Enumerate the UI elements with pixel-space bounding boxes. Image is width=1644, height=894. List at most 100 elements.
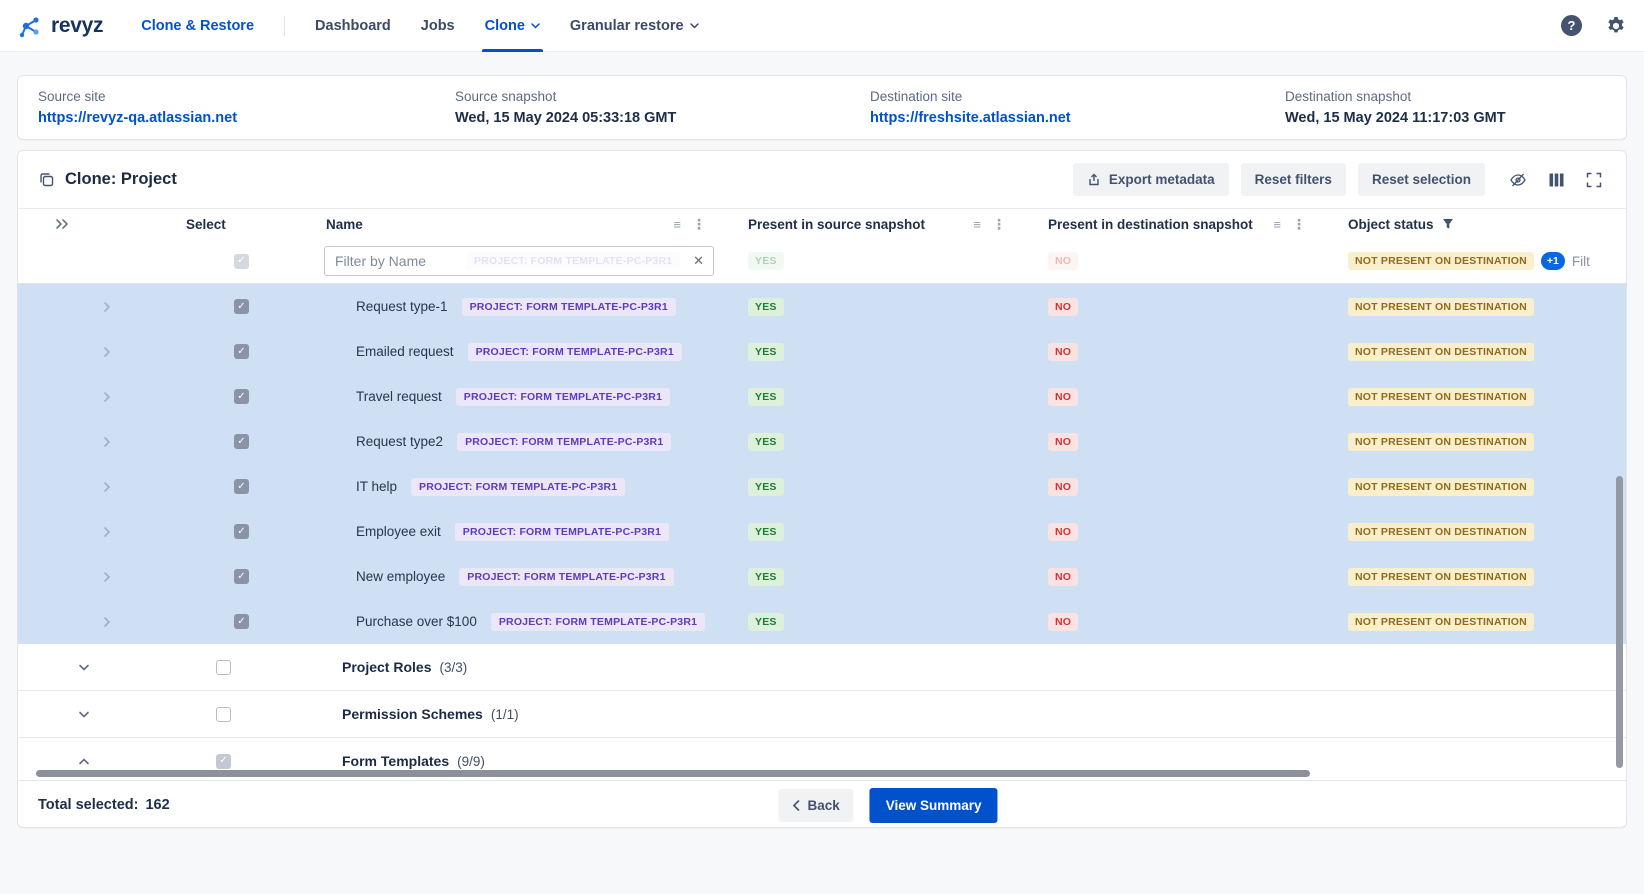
expand-row-icon[interactable] (102, 391, 112, 403)
group-row[interactable]: Permission Schemes(1/1) (18, 691, 1626, 738)
table-row[interactable]: ✓Purchase over $100PROJECT: FORM TEMPLAT… (18, 599, 1626, 644)
selected-rows-block: ✓Request type-1PROJECT: FORM TEMPLATE-PC… (18, 284, 1626, 644)
filter-controls: ✕ NOT PRESENT ON DESTINATION +1 Filt (18, 239, 1626, 283)
destination-presence-badge: NO (1048, 343, 1078, 361)
name-filter-input[interactable] (324, 246, 714, 276)
export-metadata-label: Export metadata (1109, 172, 1215, 187)
nav-granular-restore[interactable]: Granular restore (570, 0, 699, 52)
row-name: IT help (356, 479, 397, 494)
source-snapshot-label: Source snapshot (455, 89, 870, 104)
table-row[interactable]: ✓Travel requestPROJECT: FORM TEMPLATE-PC… (18, 374, 1626, 419)
group-row[interactable]: Project Roles(3/3) (18, 644, 1626, 691)
column-header-select[interactable]: Select (158, 209, 318, 239)
hide-filters-icon[interactable] (1509, 172, 1527, 188)
source-presence-badge: YES (748, 523, 784, 541)
table-row[interactable]: ✓Request type-1PROJECT: FORM TEMPLATE-PC… (18, 284, 1626, 329)
group-count: (3/3) (439, 660, 467, 675)
brand[interactable]: revyz (18, 13, 103, 39)
expand-group-icon[interactable] (78, 710, 90, 719)
table-tools (1509, 172, 1602, 188)
expand-group-icon[interactable] (78, 663, 90, 672)
table-row[interactable]: ✓Emailed requestPROJECT: FORM TEMPLATE-P… (18, 329, 1626, 374)
total-selected-value: 162 (145, 797, 169, 813)
table-row[interactable]: ✓IT helpPROJECT: FORM TEMPLATE-PC-P3R1YE… (18, 464, 1626, 509)
row-checkbox[interactable]: ✓ (234, 344, 249, 359)
column-header-object-status[interactable]: Object status (1338, 209, 1626, 239)
nav-clone-and-restore[interactable]: Clone & Restore (141, 0, 254, 52)
settings-icon[interactable] (1606, 16, 1626, 36)
group-rows-block: Project Roles(3/3)Permission Schemes(1/1… (18, 644, 1626, 780)
top-navigation: revyz Clone & Restore Dashboard Jobs Clo… (0, 0, 1644, 52)
source-presence-badge: YES (748, 613, 784, 631)
row-checkbox[interactable]: ✓ (234, 389, 249, 404)
column-menu-icon[interactable]: ⋮ (992, 217, 1006, 231)
group-checkbox[interactable]: ✓ (216, 754, 231, 769)
table-row[interactable]: ✓Employee exitPROJECT: FORM TEMPLATE-PC-… (18, 509, 1626, 554)
collapse-group-icon[interactable] (78, 757, 90, 766)
expand-all-icon[interactable] (54, 218, 70, 230)
back-button[interactable]: Back (778, 789, 853, 822)
column-resize-handle-icon[interactable]: ≡ (1273, 218, 1281, 231)
nav-actions: ? (1561, 15, 1626, 36)
table-row[interactable]: ✓Request type2PROJECT: FORM TEMPLATE-PC-… (18, 419, 1626, 464)
nav-dashboard[interactable]: Dashboard (315, 0, 391, 52)
column-header-source[interactable]: Present in source snapshot ≡⋮ (738, 209, 1038, 239)
expand-row-icon[interactable] (102, 481, 112, 493)
column-menu-icon[interactable]: ⋮ (692, 217, 706, 231)
row-checkbox[interactable]: ✓ (234, 524, 249, 539)
destination-site-link[interactable]: https://freshsite.atlassian.net (870, 110, 1285, 126)
row-checkbox[interactable]: ✓ (234, 434, 249, 449)
help-icon[interactable]: ? (1561, 15, 1582, 36)
row-checkbox[interactable]: ✓ (234, 614, 249, 629)
columns-icon[interactable] (1549, 173, 1564, 187)
clear-filter-icon[interactable]: ✕ (693, 253, 704, 269)
revyz-logo-icon (18, 13, 44, 39)
fullscreen-icon[interactable] (1586, 172, 1602, 188)
column-header-name[interactable]: Name ≡⋮ (318, 209, 738, 239)
source-snapshot-value: Wed, 15 May 2024 05:33:18 GMT (455, 110, 870, 126)
row-type-badge: PROJECT: FORM TEMPLATE-PC-P3R1 (456, 388, 670, 406)
chevron-left-icon (792, 800, 799, 811)
panel-toolbar: Export metadata Reset filters Reset sele… (1073, 163, 1606, 196)
destination-snapshot-label: Destination snapshot (1285, 89, 1606, 104)
row-checkbox[interactable]: ✓ (234, 479, 249, 494)
row-checkbox[interactable]: ✓ (234, 299, 249, 314)
expand-row-icon[interactable] (102, 301, 112, 313)
reset-filters-button[interactable]: Reset filters (1241, 163, 1346, 196)
horizontal-scrollbar[interactable] (36, 770, 1310, 777)
nav-divider (284, 16, 285, 36)
export-metadata-button[interactable]: Export metadata (1073, 163, 1229, 196)
row-checkbox[interactable]: ✓ (234, 569, 249, 584)
expand-row-icon[interactable] (102, 526, 112, 538)
expand-row-icon[interactable] (102, 346, 112, 358)
export-icon (1087, 173, 1101, 187)
row-type-badge: PROJECT: FORM TEMPLATE-PC-P3R1 (457, 433, 671, 451)
destination-presence-badge: NO (1048, 478, 1078, 496)
group-count: (1/1) (491, 707, 519, 722)
expand-row-icon[interactable] (102, 616, 112, 628)
group-checkbox[interactable] (216, 660, 231, 675)
reset-selection-button[interactable]: Reset selection (1358, 163, 1485, 196)
table-row[interactable]: ✓New employeePROJECT: FORM TEMPLATE-PC-P… (18, 554, 1626, 599)
column-header-destination[interactable]: Present in destination snapshot ≡⋮ (1038, 209, 1338, 239)
group-checkbox[interactable] (216, 707, 231, 722)
object-status-header-label: Object status (1348, 217, 1434, 232)
nav-clone[interactable]: Clone (485, 0, 540, 52)
status-filter-overflow-text: Filt (1572, 254, 1590, 269)
vertical-scrollbar[interactable] (1616, 476, 1623, 768)
status-filter-more-badge: +1 (1541, 252, 1565, 270)
expand-row-icon[interactable] (102, 571, 112, 583)
source-site-link[interactable]: https://revyz-qa.atlassian.net (38, 110, 455, 126)
view-summary-button[interactable]: View Summary (870, 788, 998, 823)
expand-row-icon[interactable] (102, 436, 112, 448)
row-type-badge: PROJECT: FORM TEMPLATE-PC-P3R1 (491, 613, 705, 631)
nav-jobs[interactable]: Jobs (421, 0, 455, 52)
filter-funnel-icon[interactable] (1442, 218, 1454, 230)
column-menu-icon[interactable]: ⋮ (1292, 217, 1306, 231)
column-resize-handle-icon[interactable]: ≡ (673, 218, 681, 231)
object-status-badge: NOT PRESENT ON DESTINATION (1348, 298, 1534, 316)
object-status-filter[interactable]: NOT PRESENT ON DESTINATION +1 Filt (1348, 252, 1626, 270)
destination-site-label: Destination site (870, 89, 1285, 104)
destination-presence-badge: NO (1048, 433, 1078, 451)
column-resize-handle-icon[interactable]: ≡ (973, 218, 981, 231)
